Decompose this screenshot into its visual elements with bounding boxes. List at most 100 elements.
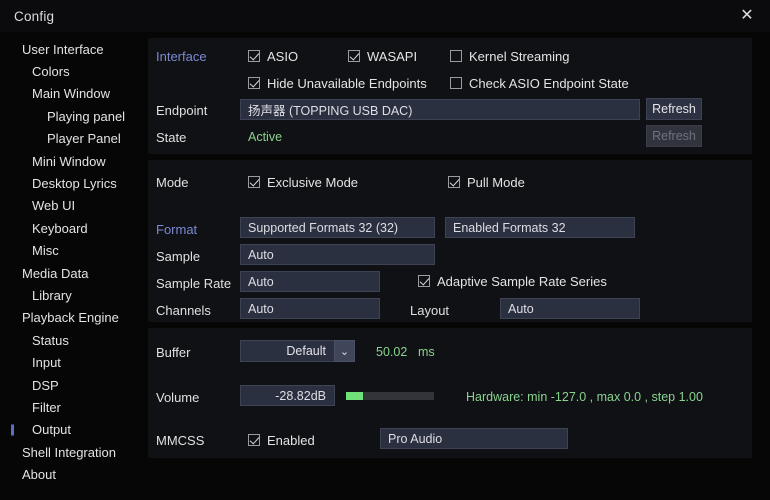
format-label: Format: [156, 222, 198, 237]
sidebar-item-status[interactable]: Status: [0, 329, 140, 351]
buffer-value: Default: [240, 340, 334, 362]
layout-field[interactable]: Auto: [500, 298, 640, 319]
endpoint-label: Endpoint: [156, 103, 208, 118]
checkbox-hide-unavailable-endpoints[interactable]: Hide Unavailable Endpoints: [248, 73, 427, 93]
sidebar-item-label: User Interface: [22, 41, 104, 57]
sidebar-item-label: Media Data: [22, 265, 89, 281]
state-value: Active: [248, 130, 283, 144]
refresh-endpoint-button[interactable]: Refresh: [646, 98, 702, 120]
volume-slider[interactable]: [346, 392, 434, 400]
sidebar-item-label: Filter: [32, 399, 61, 415]
mode-label: Mode: [156, 175, 189, 190]
checkbox-box-icon: [248, 50, 260, 62]
checkbox-box-icon: [348, 50, 360, 62]
title-bar: Config ✕: [0, 0, 770, 32]
checkbox-asio-label: ASIO: [267, 48, 299, 64]
sample-rate-label: Sample Rate: [156, 276, 232, 291]
settings-sidebar: User Interface Colors Main Window Playing p…: [0, 32, 140, 500]
volume-value-field[interactable]: -28.82dB: [240, 385, 335, 406]
checkbox-check-asio-endpoint-state-label: Check ASIO Endpoint State: [469, 75, 629, 91]
sidebar-item-label: Input: [32, 355, 61, 371]
sidebar-item-label: Colors: [32, 64, 70, 80]
sidebar-item-label: Main Window: [32, 86, 111, 102]
checkbox-asio[interactable]: ASIO: [248, 46, 298, 66]
checkbox-pull-mode-label: Pull Mode: [467, 174, 525, 190]
sidebar-item-label: Playing panel: [47, 108, 126, 124]
close-icon[interactable]: ✕: [724, 0, 770, 32]
format-panel: Mode Exclusive Mode Pull Mode Format Sup…: [148, 160, 752, 322]
checkbox-kernel-streaming[interactable]: Kernel Streaming: [450, 46, 569, 66]
sample-field[interactable]: Auto: [240, 244, 435, 265]
sidebar-item-label: Mini Window: [32, 153, 106, 169]
sidebar-item-input[interactable]: Input: [0, 351, 140, 373]
checkbox-mmcss-enabled[interactable]: Enabled: [248, 430, 315, 450]
buffer-time-unit: ms: [418, 345, 435, 359]
sidebar-item-playing-panel[interactable]: Playing panel: [0, 105, 140, 127]
checkbox-box-icon: [248, 176, 260, 188]
layout-label: Layout: [410, 303, 450, 318]
sidebar-item-filter[interactable]: Filter: [0, 396, 140, 418]
sidebar-item-label: Playback Engine: [22, 310, 119, 326]
endpoint-field[interactable]: 扬声器 (TOPPING USB DAC): [240, 99, 640, 120]
volume-label: Volume: [156, 390, 200, 405]
sidebar-item-label: DSP: [32, 377, 59, 393]
buffer-combo[interactable]: Default ⌄: [240, 340, 355, 362]
checkbox-adaptive-sample-rate-series-label: Adaptive Sample Rate Series: [437, 273, 607, 289]
volume-slider-fill: [346, 392, 363, 400]
sidebar-item-keyboard[interactable]: Keyboard: [0, 217, 140, 239]
checkbox-box-icon: [448, 176, 460, 188]
checkbox-wasapi[interactable]: WASAPI: [348, 46, 417, 66]
chevron-down-icon[interactable]: ⌄: [334, 340, 355, 362]
checkbox-mmcss-enabled-label: Enabled: [267, 432, 315, 448]
sample-label: Sample: [156, 249, 201, 264]
sidebar-item-colors[interactable]: Colors: [0, 60, 140, 82]
mmcss-label: MMCSS: [156, 433, 205, 448]
sidebar-item-mini-window[interactable]: Mini Window: [0, 150, 140, 172]
enabled-formats-field[interactable]: Enabled Formats 32: [445, 217, 635, 238]
sidebar-item-label: About: [22, 467, 56, 483]
sidebar-item-label: Shell Integration: [22, 444, 116, 460]
selection-marker-icon: [11, 424, 14, 436]
checkbox-hide-unavailable-endpoints-label: Hide Unavailable Endpoints: [267, 75, 427, 91]
state-label: State: [156, 130, 187, 145]
sidebar-item-web-ui[interactable]: Web UI: [0, 195, 140, 217]
sidebar-item-label: Desktop Lyrics: [32, 176, 117, 192]
sidebar-item-playback-engine[interactable]: Playback Engine: [0, 307, 140, 329]
checkbox-box-icon: [418, 275, 430, 287]
sample-rate-field[interactable]: Auto: [240, 271, 380, 292]
sidebar-item-about[interactable]: About: [0, 463, 140, 485]
sidebar-item-main-window[interactable]: Main Window: [0, 83, 140, 105]
sidebar-item-label: Web UI: [32, 198, 76, 214]
channels-label: Channels: [156, 303, 211, 318]
interface-label: Interface: [156, 49, 207, 64]
sidebar-item-output[interactable]: Output: [0, 419, 140, 441]
sidebar-item-media-data[interactable]: Media Data: [0, 262, 140, 284]
buffer-time-value: 50.02: [376, 345, 408, 359]
checkbox-exclusive-mode-label: Exclusive Mode: [267, 174, 359, 190]
sidebar-item-dsp[interactable]: DSP: [0, 374, 140, 396]
mmcss-profile-field[interactable]: Pro Audio: [380, 428, 568, 449]
sidebar-item-label: Status: [32, 332, 69, 348]
window-title: Config: [14, 8, 55, 24]
checkbox-box-icon: [248, 77, 260, 89]
supported-formats-field[interactable]: Supported Formats 32 (32): [240, 217, 435, 238]
checkbox-box-icon: [450, 77, 462, 89]
volume-hardware-info: Hardware: min -127.0 , max 0.0 , step 1.…: [466, 390, 703, 404]
checkbox-adaptive-sample-rate-series[interactable]: Adaptive Sample Rate Series: [418, 271, 607, 291]
checkbox-exclusive-mode[interactable]: Exclusive Mode: [248, 172, 358, 192]
sidebar-item-label: Keyboard: [32, 220, 88, 236]
sidebar-item-library[interactable]: Library: [0, 284, 140, 306]
refresh-state-button[interactable]: Refresh: [646, 125, 702, 147]
checkbox-wasapi-label: WASAPI: [367, 48, 418, 64]
sidebar-item-label: Output: [32, 422, 72, 438]
checkbox-check-asio-endpoint-state[interactable]: Check ASIO Endpoint State: [450, 73, 629, 93]
sidebar-item-user-interface[interactable]: User Interface: [0, 38, 140, 60]
sidebar-item-misc[interactable]: Misc: [0, 240, 140, 262]
sidebar-item-shell-integration[interactable]: Shell Integration: [0, 441, 140, 463]
channels-field[interactable]: Auto: [240, 298, 380, 319]
checkbox-pull-mode[interactable]: Pull Mode: [448, 172, 525, 192]
checkbox-box-icon: [248, 434, 260, 446]
sidebar-item-player-panel[interactable]: Player Panel: [0, 128, 140, 150]
config-window: Config ✕ User Interface Colors Main Window…: [0, 0, 770, 500]
sidebar-item-desktop-lyrics[interactable]: Desktop Lyrics: [0, 172, 140, 194]
